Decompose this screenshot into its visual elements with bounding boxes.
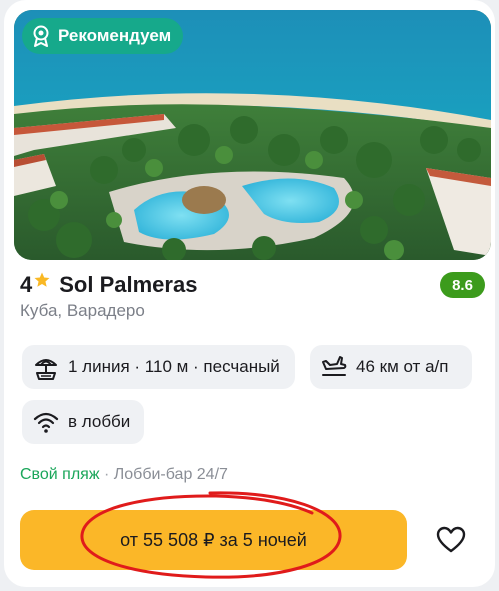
- beach-info-chip: 1 линия · 110 м · песчаный: [22, 345, 295, 389]
- beach-info-label: 1 линия · 110 м · песчаный: [68, 357, 280, 376]
- recommended-badge-label: Рекомендуем: [58, 26, 172, 45]
- airport-distance-chip: 46 км от а/п: [310, 345, 472, 389]
- rating-badge: 8.6: [440, 272, 485, 298]
- plane-landing-icon: [322, 356, 347, 376]
- hotel-name[interactable]: Sol Palmeras: [59, 272, 197, 298]
- price-button[interactable]: от 55 508 ₽ за 5 ночей: [20, 510, 407, 570]
- airport-distance-label: 46 км от а/п: [356, 357, 449, 376]
- amenity-separator: ·: [99, 466, 114, 483]
- amenities-line: Свой пляж · Лобби-бар 24/7: [20, 466, 228, 484]
- beach-umbrella-icon: [35, 359, 57, 380]
- hotel-photo[interactable]: Рекомендуем: [14, 10, 491, 260]
- recommended-badge: Рекомендуем: [22, 18, 184, 54]
- amenity-own-beach: Свой пляж: [20, 466, 100, 483]
- award-ribbon-icon: [30, 25, 52, 47]
- amenity-lobby-bar: Лобби-бар 24/7: [113, 466, 228, 483]
- hotel-location: Куба, Варадеро: [20, 301, 145, 320]
- hotel-stars: 4: [20, 272, 33, 297]
- price-label: от 55 508 ₽ за 5 ночей: [120, 529, 307, 550]
- heart-icon: [436, 526, 466, 553]
- favorite-button[interactable]: [434, 524, 468, 556]
- star-icon: [33, 271, 51, 289]
- hotel-title-row: 4 Sol Palmeras: [20, 270, 480, 300]
- wifi-icon: [33, 412, 59, 433]
- wifi-chip: в лобби: [22, 400, 144, 444]
- wifi-label: в лобби: [68, 412, 131, 431]
- hotel-card[interactable]: Рекомендуем 4 Sol Palmeras 8.6 Куба, Вар…: [4, 0, 495, 587]
